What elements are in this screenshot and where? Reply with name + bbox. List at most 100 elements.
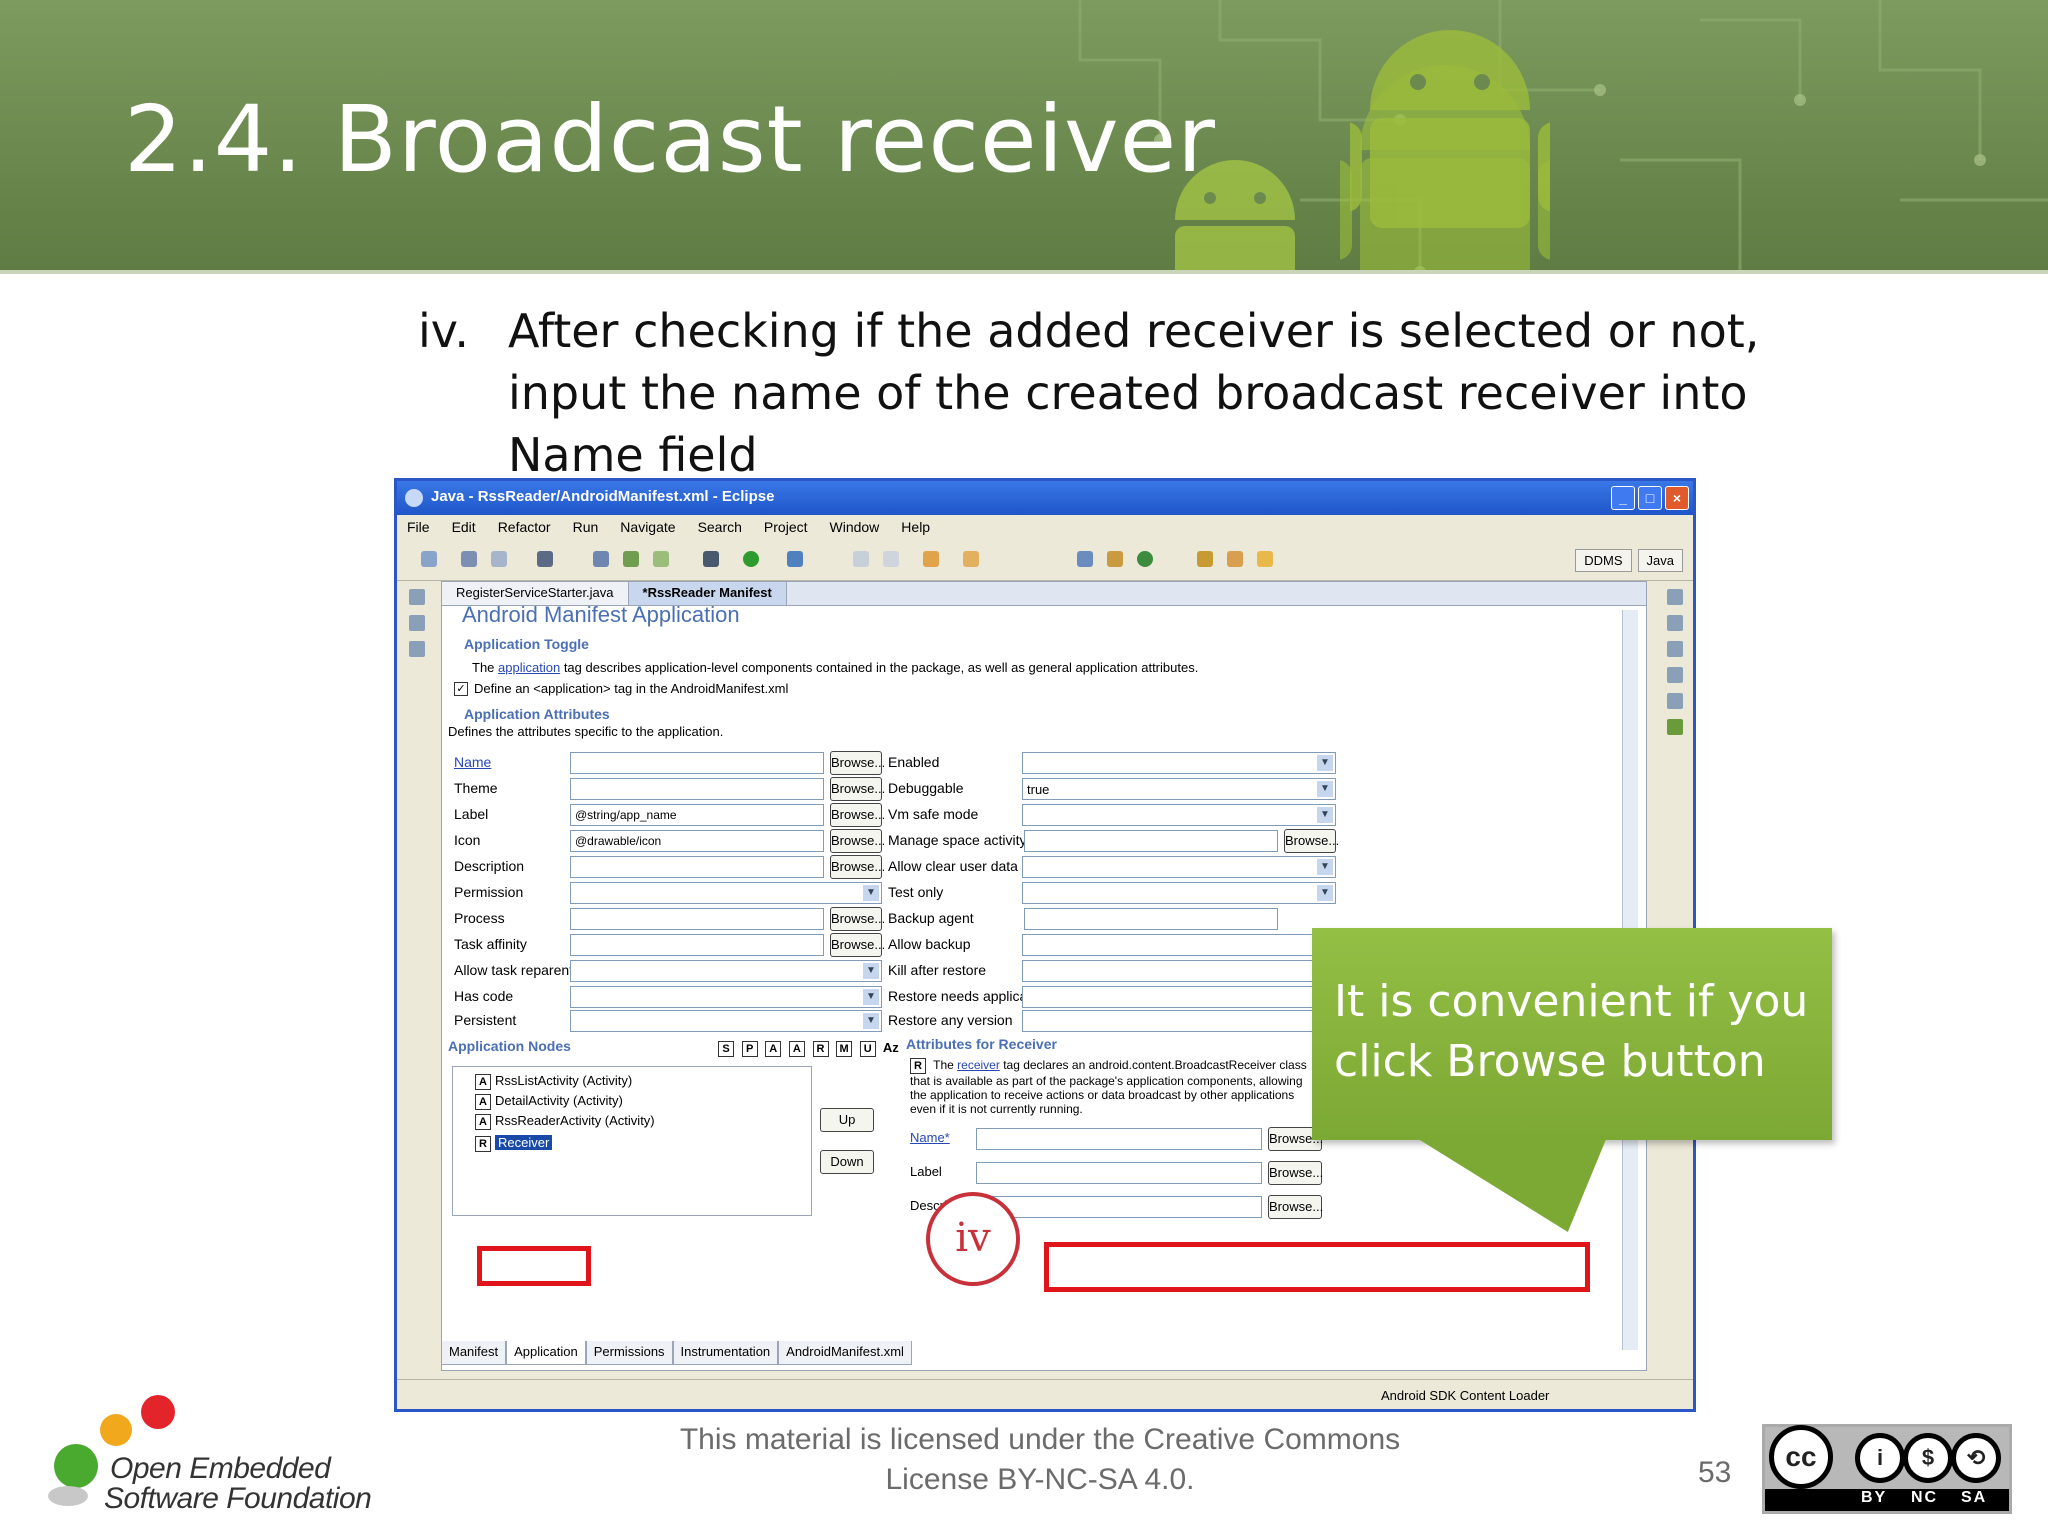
restore-icon[interactable] (409, 589, 425, 605)
external-tools-icon[interactable] (787, 551, 803, 567)
android-icon[interactable] (1667, 719, 1683, 735)
maximize-button[interactable]: □ (1638, 486, 1662, 510)
outline-icon[interactable] (1667, 615, 1683, 631)
enabled-dropdown[interactable]: ▼ (1022, 752, 1336, 774)
android-sdk-icon[interactable] (593, 551, 609, 567)
browse-button[interactable]: Browse... (830, 829, 885, 853)
open-type-icon[interactable] (1197, 551, 1213, 567)
application-link[interactable]: application (498, 660, 560, 675)
task-affinity-field[interactable] (570, 934, 824, 956)
filter-activity-icon[interactable]: A (788, 1041, 805, 1057)
application-nodes-tree[interactable]: A RssListActivity (Activity) A DetailActiv… (452, 1066, 812, 1216)
debug-icon[interactable] (703, 551, 719, 567)
javadoc-icon[interactable] (1667, 693, 1683, 709)
menu-navigate[interactable]: Navigate (620, 519, 675, 537)
up-button[interactable]: Up (820, 1108, 874, 1132)
menu-edit[interactable]: Edit (452, 519, 476, 537)
section-application-nodes[interactable]: Application Nodes (448, 1038, 571, 1054)
section-application-toggle[interactable]: Application Toggle (464, 636, 589, 652)
allow-clear-user-data-dropdown[interactable]: ▼ (1022, 856, 1336, 878)
new-class-icon[interactable] (1137, 551, 1153, 567)
description-field[interactable] (570, 856, 824, 878)
tab-application[interactable]: Application (506, 1341, 586, 1365)
problems-icon[interactable] (1667, 667, 1683, 683)
permission-dropdown[interactable]: ▼ (570, 882, 882, 904)
filter-uses-library-icon[interactable]: U (859, 1041, 876, 1057)
hierarchy-icon[interactable] (409, 641, 425, 657)
perspective-ddms[interactable]: DDMS (1575, 549, 1632, 572)
receiver-name-label[interactable]: Name* (910, 1130, 950, 1145)
avd-manager-icon[interactable] (623, 551, 639, 567)
search-icon[interactable] (853, 551, 869, 567)
package-explorer-icon[interactable] (409, 615, 425, 631)
browse-button[interactable]: Browse... (1284, 829, 1339, 853)
console-icon[interactable] (1667, 641, 1683, 657)
manage-space-activity-field[interactable] (1024, 830, 1278, 852)
test-only-dropdown[interactable]: ▼ (1022, 882, 1336, 904)
down-button[interactable]: Down (820, 1150, 874, 1174)
receiver-name-field[interactable] (976, 1128, 1262, 1150)
name-field[interactable] (570, 752, 824, 774)
tree-node-rsslistactivity[interactable]: A RssListActivity (Activity) (475, 1073, 632, 1090)
close-button[interactable]: × (1665, 486, 1689, 510)
process-field[interactable] (570, 908, 824, 930)
tab-instrumentation[interactable]: Instrumentation (672, 1341, 779, 1365)
minimize-button[interactable]: _ (1611, 486, 1635, 510)
run-icon[interactable] (743, 551, 759, 567)
section-application-attributes[interactable]: Application Attributes (464, 706, 610, 722)
new-icon[interactable] (421, 551, 437, 567)
theme-field[interactable] (570, 778, 824, 800)
browse-button[interactable]: Browse... (830, 933, 885, 957)
restore-needs-application-dropdown[interactable]: ▼ (1022, 986, 1336, 1008)
receiver-description-field[interactable] (976, 1196, 1262, 1218)
browse-button[interactable]: Browse... (830, 803, 885, 827)
browse-button[interactable]: Browse... (830, 855, 885, 879)
tab-permissions[interactable]: Permissions (585, 1341, 673, 1365)
menu-run[interactable]: Run (573, 519, 599, 537)
icon-field[interactable]: @drawable/icon (570, 830, 824, 852)
allow-task-reparenting-dropdown[interactable]: ▼ (570, 960, 882, 982)
class-icon[interactable] (1107, 551, 1123, 567)
browse-button[interactable]: Browse... (830, 907, 885, 931)
filter-provider-icon[interactable]: P (741, 1041, 758, 1057)
pin-icon[interactable] (1257, 551, 1273, 567)
browse-button[interactable]: Browse... (1268, 1161, 1323, 1185)
tab-androidmanifest-xml[interactable]: AndroidManifest.xml (778, 1341, 912, 1365)
menu-window[interactable]: Window (830, 519, 880, 537)
browse-button[interactable]: Browse... (830, 751, 885, 775)
vm-safe-mode-dropdown[interactable]: ▼ (1022, 804, 1336, 826)
restore-any-version-dropdown[interactable]: ▼ (1022, 1010, 1336, 1032)
print-icon[interactable] (537, 551, 553, 567)
menu-help[interactable]: Help (901, 519, 930, 537)
browse-button[interactable]: Browse... (830, 777, 885, 801)
define-application-checkbox[interactable]: ✓ (454, 682, 468, 696)
name-label[interactable]: Name (454, 754, 491, 770)
menu-file[interactable]: File (407, 519, 430, 537)
tree-node-receiver[interactable]: R Receiver (475, 1135, 553, 1152)
section-attributes-for-receiver[interactable]: Attributes for Receiver (906, 1036, 1057, 1052)
package-icon[interactable] (1077, 551, 1093, 567)
label-field[interactable]: @string/app_name (570, 804, 824, 826)
tab-manifest[interactable]: Manifest (441, 1341, 507, 1365)
receiver-label-field[interactable] (976, 1162, 1262, 1184)
allow-backup-dropdown[interactable]: ▼ (1022, 934, 1336, 956)
menu-project[interactable]: Project (764, 519, 808, 537)
perspective-java[interactable]: Java (1637, 549, 1683, 572)
forward-icon[interactable] (963, 551, 979, 567)
open-task-icon[interactable] (1227, 551, 1243, 567)
filter-metadata-icon[interactable]: M (836, 1041, 853, 1057)
back-icon[interactable] (923, 551, 939, 567)
menu-refactor[interactable]: Refactor (498, 519, 551, 537)
save-all-icon[interactable] (491, 551, 507, 567)
toggle-icon[interactable] (883, 551, 899, 567)
filter-receiver-icon[interactable]: R (812, 1041, 829, 1057)
new-android-project-icon[interactable] (653, 551, 669, 567)
receiver-link[interactable]: receiver (957, 1058, 1000, 1072)
tree-node-detailactivity[interactable]: A DetailActivity (Activity) (475, 1093, 623, 1110)
persistent-dropdown[interactable]: ▼ (570, 1010, 882, 1032)
filter-activity-alias-icon[interactable]: A (765, 1041, 782, 1057)
backup-agent-field[interactable] (1024, 908, 1278, 930)
menu-search[interactable]: Search (698, 519, 742, 537)
filter-service-icon[interactable]: S (718, 1041, 734, 1057)
tree-node-rssreaderactivity[interactable]: A RssReaderActivity (Activity) (475, 1113, 655, 1130)
